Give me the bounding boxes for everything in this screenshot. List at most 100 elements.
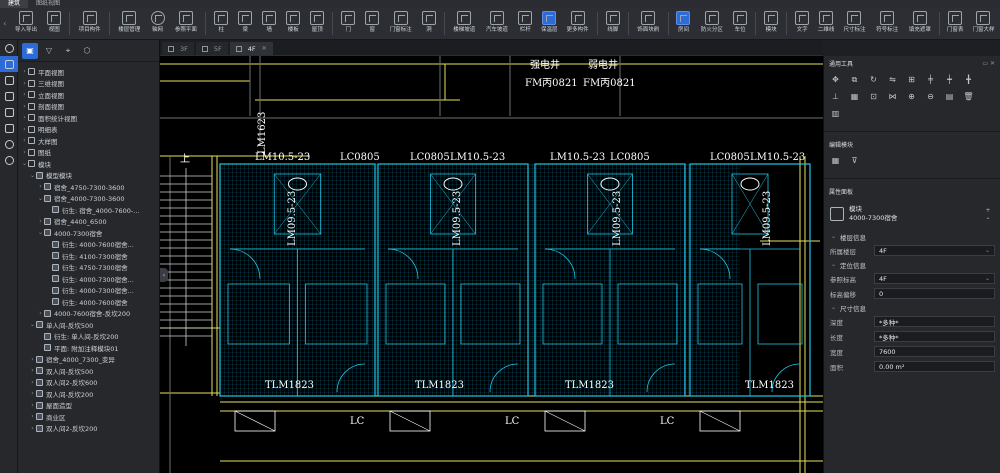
length-input[interactable]: *多种*: [874, 331, 995, 342]
drawing-canvas[interactable]: LM10.5-23 LC0805 LC0805 LM10.5-23 LM10.5-23 L…: [160, 56, 823, 473]
tree-item[interactable]: 衍生: 4000-7600宿舍...: [18, 239, 159, 251]
tree-item[interactable]: › 面积统计视图: [18, 112, 159, 124]
area-input[interactable]: 0.00 m²: [874, 361, 995, 372]
tag-icon[interactable]: [0, 72, 18, 88]
type-menu-icon[interactable]: + ⌄: [982, 207, 994, 221]
tree-item[interactable]: › 明细表: [18, 124, 159, 136]
slab-button[interactable]: 楼板: [281, 8, 305, 39]
tree-item[interactable]: ⌄ 4000-7300宿舍: [18, 227, 159, 239]
size-info-section[interactable]: ⌄ 尺寸信息: [824, 301, 1000, 314]
wall-button[interactable]: 墙: [257, 8, 281, 39]
door-window-tag-button[interactable]: 门窗标注: [384, 8, 417, 39]
depth-input[interactable]: *多种*: [874, 316, 995, 327]
model-icon[interactable]: [0, 56, 18, 72]
chevron-right-icon[interactable]: ›: [21, 103, 28, 110]
tree-item[interactable]: 衍生: 4750-7300宿舍: [18, 262, 159, 274]
module-grid-icon[interactable]: ▦: [828, 154, 843, 167]
tree-item[interactable]: ⌄ 模型模块: [18, 170, 159, 182]
panel-menu-icon[interactable]: ▭ ✕: [982, 60, 995, 67]
chevron-right-icon[interactable]: ›: [21, 68, 28, 75]
layers-icon[interactable]: [0, 88, 18, 104]
globe-icon[interactable]: [0, 40, 18, 56]
align-icon[interactable]: ╪: [923, 73, 938, 86]
tree-item[interactable]: › 宿舍_4000_7300_变异: [18, 354, 159, 366]
table-icon[interactable]: [0, 104, 18, 120]
document-tab[interactable]: 4F ✕: [229, 42, 273, 55]
scale-icon[interactable]: ⊡: [866, 90, 881, 103]
chevron-right-icon[interactable]: ›: [29, 402, 36, 409]
import-export-button[interactable]: 导入导出: [10, 8, 43, 39]
chevron-right-icon[interactable]: ›: [21, 91, 28, 98]
roof-button[interactable]: 屋顶: [305, 8, 329, 39]
module-button[interactable]: 模块: [759, 8, 783, 39]
tree-item[interactable]: › 宿舍_4750-7300-3600: [18, 181, 159, 193]
fire-zone-button[interactable]: 防火分区: [696, 8, 729, 39]
door-window-detail-button[interactable]: 门窗大样: [967, 8, 1000, 39]
collapse-left-panel-button[interactable]: ‹: [160, 268, 168, 282]
door-window-table-button[interactable]: 门窗表: [943, 8, 967, 39]
chevron-right-icon[interactable]: ›: [29, 390, 36, 397]
view-button[interactable]: 视图: [42, 8, 66, 39]
chevron-down-icon[interactable]: ⌄: [37, 229, 44, 236]
parking-button[interactable]: 车位: [728, 8, 752, 39]
chevron-right-icon[interactable]: ›: [21, 149, 28, 156]
move-icon[interactable]: ✥: [828, 73, 843, 86]
element-type-card[interactable]: 模块 4000-7300宿舍 + ⌄: [830, 202, 994, 226]
floor-manage-button[interactable]: 楼层管理: [113, 8, 146, 39]
mirror-icon[interactable]: ⇋: [885, 73, 900, 86]
match-icon[interactable]: ▥: [828, 107, 843, 120]
locate-icon[interactable]: ⌖: [60, 43, 76, 59]
room-button[interactable]: 房间: [671, 8, 695, 39]
more-components-button[interactable]: 更多构件: [561, 8, 594, 39]
module-filter-icon[interactable]: ⊽: [847, 154, 862, 167]
tree-item[interactable]: › 双人间2-反坎600: [18, 377, 159, 389]
tree-item[interactable]: › 双人间-反坎200: [18, 388, 159, 400]
ref-elevation-select[interactable]: 4F ⌄: [874, 273, 995, 284]
tree-item[interactable]: 衍生: 4000-7300宿舍...: [18, 285, 159, 297]
tree-item[interactable]: › 大样图: [18, 135, 159, 147]
chevron-right-icon[interactable]: ›: [37, 218, 44, 225]
chevron-right-icon[interactable]: ›: [37, 310, 44, 317]
width-input[interactable]: 7600: [874, 346, 995, 357]
tree-item[interactable]: › 立面视图: [18, 89, 159, 101]
finish-brush-button[interactable]: 饰面块刷: [632, 8, 665, 39]
chevron-right-icon[interactable]: ›: [29, 356, 36, 363]
settings-icon[interactable]: ⬡: [79, 43, 95, 59]
panel-icon[interactable]: ▣: [22, 42, 38, 59]
opening-button[interactable]: 洞: [417, 8, 441, 39]
railing-button[interactable]: 栏杆: [513, 8, 537, 39]
floor-info-section[interactable]: ⌄ 楼层信息: [824, 230, 1000, 243]
tree-item[interactable]: › 双人间2-反坎200: [18, 423, 159, 435]
tree-item[interactable]: › 商业区: [18, 411, 159, 423]
tree-item[interactable]: › 4000-7600宿舍-反坎200: [18, 308, 159, 320]
chevron-down-icon[interactable]: ⌄: [21, 160, 28, 167]
document-tab[interactable]: 5F: [195, 42, 228, 55]
unpin-icon[interactable]: ⊖: [923, 90, 938, 103]
chevron-right-icon[interactable]: ›: [29, 413, 36, 420]
chevron-right-icon[interactable]: ›: [29, 367, 36, 374]
tree-item[interactable]: › 平面视图: [18, 66, 159, 78]
grid-icon[interactable]: [0, 120, 18, 136]
offset-icon[interactable]: ⊞: [904, 73, 919, 86]
ribbon-tab[interactable]: 建筑: [0, 0, 29, 8]
chevron-down-icon[interactable]: ⌄: [37, 195, 44, 202]
chevron-right-icon[interactable]: ›: [21, 80, 28, 87]
beam-button[interactable]: 梁: [233, 8, 257, 39]
floor-select[interactable]: 4F ⌄: [874, 245, 995, 256]
tree-item[interactable]: › 宿舍_4400_6500: [18, 216, 159, 228]
trim-icon[interactable]: ┿: [942, 73, 957, 86]
chevron-down-icon[interactable]: ⌄: [29, 321, 36, 328]
join-icon[interactable]: ⋈: [885, 90, 900, 103]
tree-item[interactable]: 平面: 附加注释模块01: [18, 342, 159, 354]
axis-grid-button[interactable]: 轴网: [146, 8, 170, 39]
stair-ramp-button[interactable]: 楼梯坡道: [448, 8, 481, 39]
tree-item[interactable]: 衍生: 4000-7600宿舍: [18, 296, 159, 308]
molding-button[interactable]: 线脚: [601, 8, 625, 39]
document-tab[interactable]: 3F: [162, 42, 194, 55]
pin-icon[interactable]: ⊕: [904, 90, 919, 103]
door-button[interactable]: 门: [336, 8, 360, 39]
tree-item[interactable]: › 双人间-反坎500: [18, 365, 159, 377]
filter-icon[interactable]: ▽: [41, 43, 57, 59]
tree-item[interactable]: 衍生: 4100-7300宿舍: [18, 250, 159, 262]
fill-mask-button[interactable]: 填充遮罩: [903, 8, 936, 39]
